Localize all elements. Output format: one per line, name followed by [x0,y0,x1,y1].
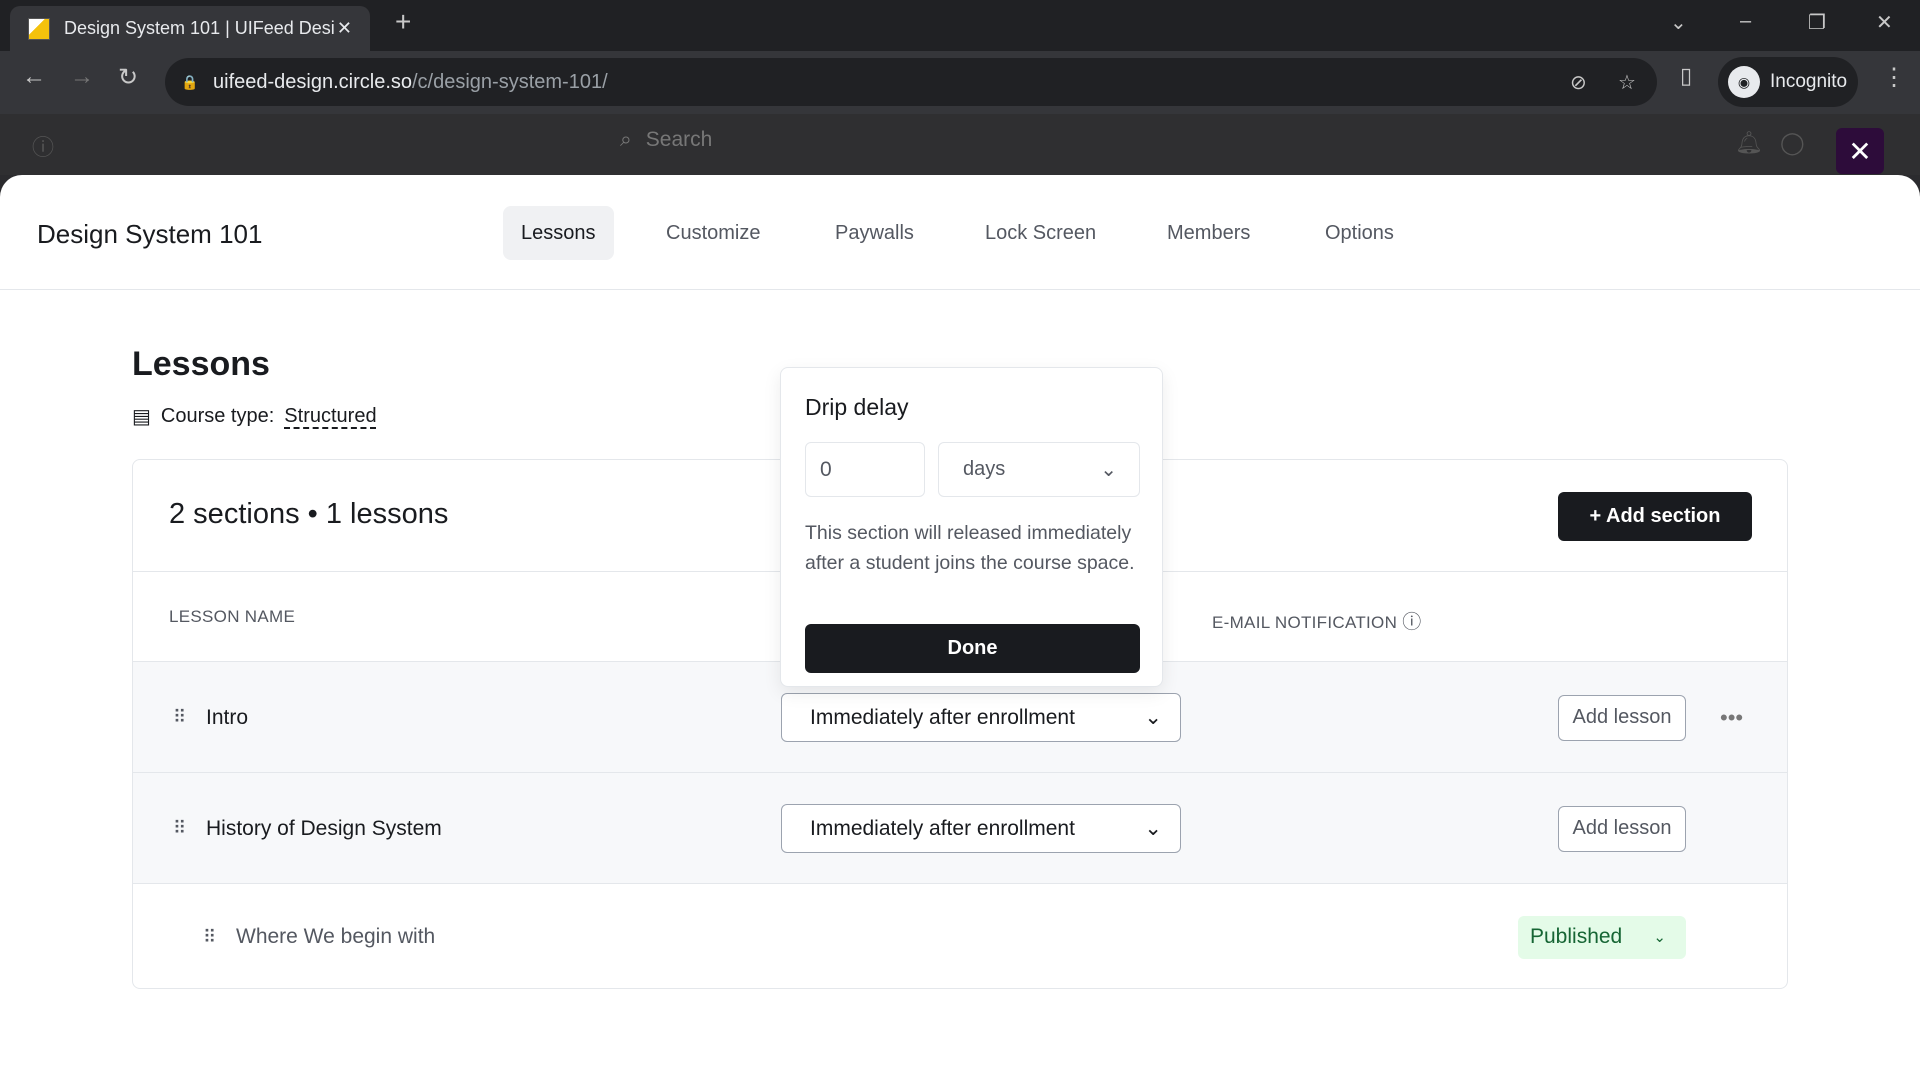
tab-customize[interactable]: Customize [648,206,778,260]
tab-options[interactable]: Options [1307,206,1412,260]
lock-icon: 🔒 [181,73,199,90]
close-tab-icon[interactable]: ✕ [337,18,352,39]
section-row: ⠿ History of Design System Immediately a… [133,773,1787,884]
delay-unit-select[interactable]: days ⌄ [938,442,1140,497]
section-name[interactable]: History of Design System [206,817,442,841]
course-type: ▤ Course type: Structured [132,404,377,429]
chevron-down-icon: ⌄ [1144,817,1162,840]
add-lesson-button[interactable]: Add lesson [1558,694,1686,741]
chevron-down-icon: ⌄ [1100,459,1117,481]
bell-icon[interactable]: 🔔︎ [1735,130,1763,156]
page-title: Lessons [132,345,270,383]
browser-tab-bar: Design System 101 | UIFeed Desi ✕ + ⌄ – … [0,0,1920,51]
add-section-button[interactable]: + Add section [1558,492,1752,541]
release-value: Immediately after enrollment [810,705,1075,729]
lesson-row: ⠿ Where We begin with Published ⌄ [133,884,1787,988]
restore-icon[interactable]: ❐ [1808,10,1826,35]
delay-unit-value: days [963,458,1006,480]
drag-handle-icon[interactable]: ⠿ [173,707,186,728]
info-icon[interactable]: ⓘ [32,130,54,162]
incognito-profile[interactable]: ◉ Incognito [1718,57,1858,107]
side-panel-icon[interactable]: ▯ [1680,63,1692,89]
tab-search-icon[interactable]: ⌄ [1670,10,1687,35]
release-value: Immediately after enrollment [810,816,1075,840]
browser-tab[interactable]: Design System 101 | UIFeed Desi ✕ [10,6,370,51]
chevron-down-icon: ⌄ [1653,929,1666,946]
status-dropdown[interactable]: Published ⌄ [1518,915,1686,959]
divider [0,289,1920,290]
menu-icon[interactable]: ⋮ [1882,63,1906,92]
tab-lessons[interactable]: Lessons [503,206,614,260]
address-bar-row: ← → ↻ 🔒 uifeed-design.circle.so/c/design… [0,51,1920,114]
url-path: /c/design-system-101/ [412,70,608,93]
column-header-email: E-MAIL NOTIFICATION ⓘ [1212,607,1422,634]
done-button[interactable]: Done [805,624,1140,673]
chat-icon[interactable]: ◯ [1780,130,1805,156]
search-bar[interactable]: ⌕ Search [620,128,712,152]
column-header-email-label: E-MAIL NOTIFICATION [1212,613,1398,632]
column-header-name: LESSON NAME [169,607,296,626]
search-icon: ⌕ [620,128,632,151]
release-select[interactable]: Immediately after enrollment ⌄ [781,693,1181,742]
course-type-value[interactable]: Structured [284,405,376,428]
popover-title: Drip delay [805,394,909,420]
add-lesson-button[interactable]: Add lesson [1558,805,1686,852]
more-options-icon[interactable]: ••• [1720,705,1743,731]
back-icon[interactable]: ← [22,63,46,91]
course-type-label: Course type: [160,405,275,427]
app-header: ⓘ ⌕ Search 🔔︎ ◯ ✕ [0,114,1920,175]
minimize-icon[interactable]: – [1740,10,1751,33]
chevron-down-icon: ⌄ [1144,706,1162,729]
delay-amount-input[interactable]: 0 [805,442,925,497]
lesson-name[interactable]: Where We begin with [236,925,435,949]
status-badge: Published [1530,925,1623,948]
star-icon[interactable]: ☆ [1618,70,1636,95]
section-name[interactable]: Intro [206,706,248,730]
url-bar[interactable]: 🔒 uifeed-design.circle.so/c/design-syste… [165,58,1657,106]
drip-delay-popover: Drip delay 0 days ⌄ This section will rel… [780,367,1163,687]
drag-handle-icon[interactable]: ⠿ [203,927,216,948]
eye-off-icon[interactable]: ⊘ [1570,70,1587,95]
close-button[interactable]: ✕ [1836,128,1884,174]
drag-handle-icon[interactable]: ⠿ [173,818,186,839]
notebook-icon: ▤ [132,406,151,428]
url-host: uifeed-design.circle.so [213,70,412,93]
tab-title: Design System 101 | UIFeed Desi [64,18,335,38]
tab-paywalls[interactable]: Paywalls [817,206,932,260]
release-select[interactable]: Immediately after enrollment ⌄ [781,804,1181,853]
reload-icon[interactable]: ↻ [118,63,138,92]
summary-count: 2 sections • 1 lessons [169,498,449,530]
tab-members[interactable]: Members [1149,206,1268,260]
profile-label: Incognito [1770,71,1848,92]
incognito-icon: ◉ [1728,66,1760,98]
new-tab-icon[interactable]: + [395,6,411,38]
popover-description: This section will released immediately a… [805,522,1135,574]
tab-lock-screen[interactable]: Lock Screen [967,206,1114,260]
forward-icon[interactable]: → [70,63,94,91]
search-placeholder: Search [645,128,713,151]
space-title: Design System 101 [37,219,263,249]
favicon-icon [28,17,50,40]
close-window-icon[interactable]: ✕ [1876,10,1893,35]
help-icon[interactable]: ⓘ [1402,612,1421,633]
